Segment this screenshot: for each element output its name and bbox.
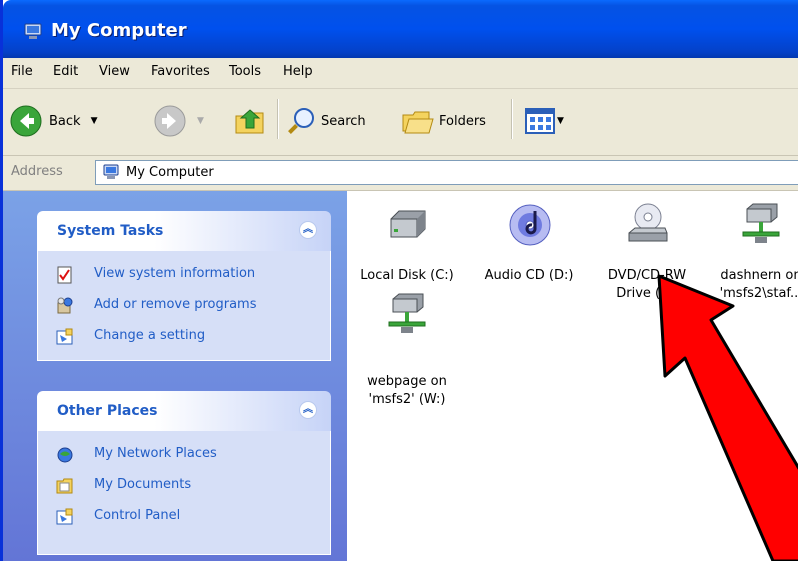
- drive-label-line2: 'msfs2' (W:): [368, 392, 446, 407]
- address-bar: Address My Computer: [3, 156, 798, 191]
- menu-edit[interactable]: Edit: [53, 64, 78, 79]
- my-computer-icon: [103, 164, 119, 179]
- menu-bar: File Edit View Favorites Tools Help: [3, 58, 798, 89]
- back-dropdown-icon[interactable]: ▼: [91, 116, 98, 126]
- menu-favorites[interactable]: Favorites: [151, 64, 210, 79]
- network-places-icon: [57, 447, 73, 463]
- back-button[interactable]: Back ▼: [9, 103, 97, 139]
- network-drive-icon: [388, 293, 426, 333]
- task-label: Add or remove programs: [94, 297, 257, 312]
- place-control-panel[interactable]: Control Panel: [38, 501, 330, 532]
- system-tasks-panel: System Tasks ︽ View system information A…: [37, 211, 331, 361]
- task-label: Change a setting: [94, 328, 206, 343]
- network-drive-icon: [742, 203, 780, 243]
- drive-label: webpage on: [367, 374, 447, 389]
- drive-label: Local Disk (C:): [360, 268, 454, 283]
- drive-audio-cd-d[interactable]: Audio CD (D:): [469, 201, 589, 301]
- window-title: My Computer: [51, 20, 187, 41]
- forward-dropdown-icon[interactable]: ▼: [197, 116, 204, 126]
- drive-local-disk-c[interactable]: Local Disk (C:): [347, 201, 467, 301]
- toolbar-separator: [277, 99, 279, 139]
- explorer-window: My Computer File Edit View Favorites Too…: [0, 0, 798, 561]
- other-places-body: My Network Places My Documents Control P…: [37, 431, 331, 555]
- task-pane: System Tasks ︽ View system information A…: [3, 191, 347, 561]
- control-panel-icon: [56, 328, 73, 345]
- system-tasks-title: System Tasks: [57, 223, 164, 239]
- place-my-documents[interactable]: My Documents: [38, 470, 330, 501]
- my-documents-icon: [56, 478, 73, 494]
- menu-view[interactable]: View: [99, 64, 130, 79]
- task-add-remove-programs[interactable]: Add or remove programs: [38, 290, 330, 321]
- folders-label: Folders: [439, 113, 486, 129]
- menu-file[interactable]: File: [11, 64, 33, 79]
- address-field[interactable]: My Computer: [95, 160, 798, 185]
- task-view-system-information[interactable]: View system information: [38, 259, 330, 290]
- collapse-chevron-icon[interactable]: ︽: [299, 221, 317, 239]
- back-label: Back: [49, 113, 81, 129]
- other-places-title: Other Places: [57, 403, 158, 419]
- views-icon: [525, 108, 555, 134]
- place-label: My Network Places: [94, 446, 217, 461]
- toolbar: Back ▼ ▼ Search Folders ▼: [3, 89, 798, 156]
- add-remove-programs-icon: [57, 297, 73, 314]
- title-bar[interactable]: My Computer: [3, 0, 798, 58]
- up-folder-icon: [235, 109, 264, 134]
- system-tasks-body: View system information Add or remove pr…: [37, 251, 331, 361]
- menu-tools[interactable]: Tools: [229, 64, 261, 79]
- forward-arrow-icon: [154, 105, 186, 137]
- toolbar-separator: [511, 99, 513, 139]
- system-tasks-header[interactable]: System Tasks ︽: [37, 211, 331, 251]
- drive-label: Audio CD (D:): [484, 268, 574, 283]
- system-information-icon: [57, 266, 72, 284]
- my-computer-icon: [24, 23, 42, 39]
- search-label: Search: [321, 113, 366, 129]
- collapse-chevron-icon[interactable]: ︽: [299, 401, 317, 419]
- menu-help[interactable]: Help: [283, 64, 313, 79]
- place-label: My Documents: [94, 477, 192, 492]
- up-folder-button[interactable]: [233, 103, 267, 139]
- address-label: Address: [11, 164, 63, 179]
- views-button[interactable]: ▼: [525, 105, 564, 137]
- other-places-panel: Other Places ︽ My Network Places My Docu…: [37, 391, 331, 555]
- views-dropdown-icon[interactable]: ▼: [557, 116, 564, 126]
- address-value: My Computer: [126, 165, 214, 180]
- place-my-network-places[interactable]: My Network Places: [38, 439, 330, 470]
- task-label: View system information: [94, 266, 256, 281]
- place-label: Control Panel: [94, 508, 181, 523]
- forward-button[interactable]: ▼: [153, 103, 204, 139]
- hard-disk-icon: [390, 210, 426, 238]
- drive-network-webpage-w[interactable]: webpage on 'msfs2' (W:): [347, 291, 467, 421]
- back-arrow-icon: [10, 105, 42, 137]
- other-places-header[interactable]: Other Places ︽: [37, 391, 331, 431]
- search-button[interactable]: Search: [285, 103, 366, 139]
- audio-cd-icon: [509, 204, 551, 246]
- control-panel-icon: [56, 508, 73, 525]
- folders-button[interactable]: Folders: [401, 103, 486, 139]
- dvd-drive-icon: [628, 203, 668, 242]
- red-annotation-arrow: [657, 274, 798, 561]
- folders-icon: [402, 111, 434, 134]
- search-icon: [288, 108, 314, 134]
- task-change-a-setting[interactable]: Change a setting: [38, 321, 330, 352]
